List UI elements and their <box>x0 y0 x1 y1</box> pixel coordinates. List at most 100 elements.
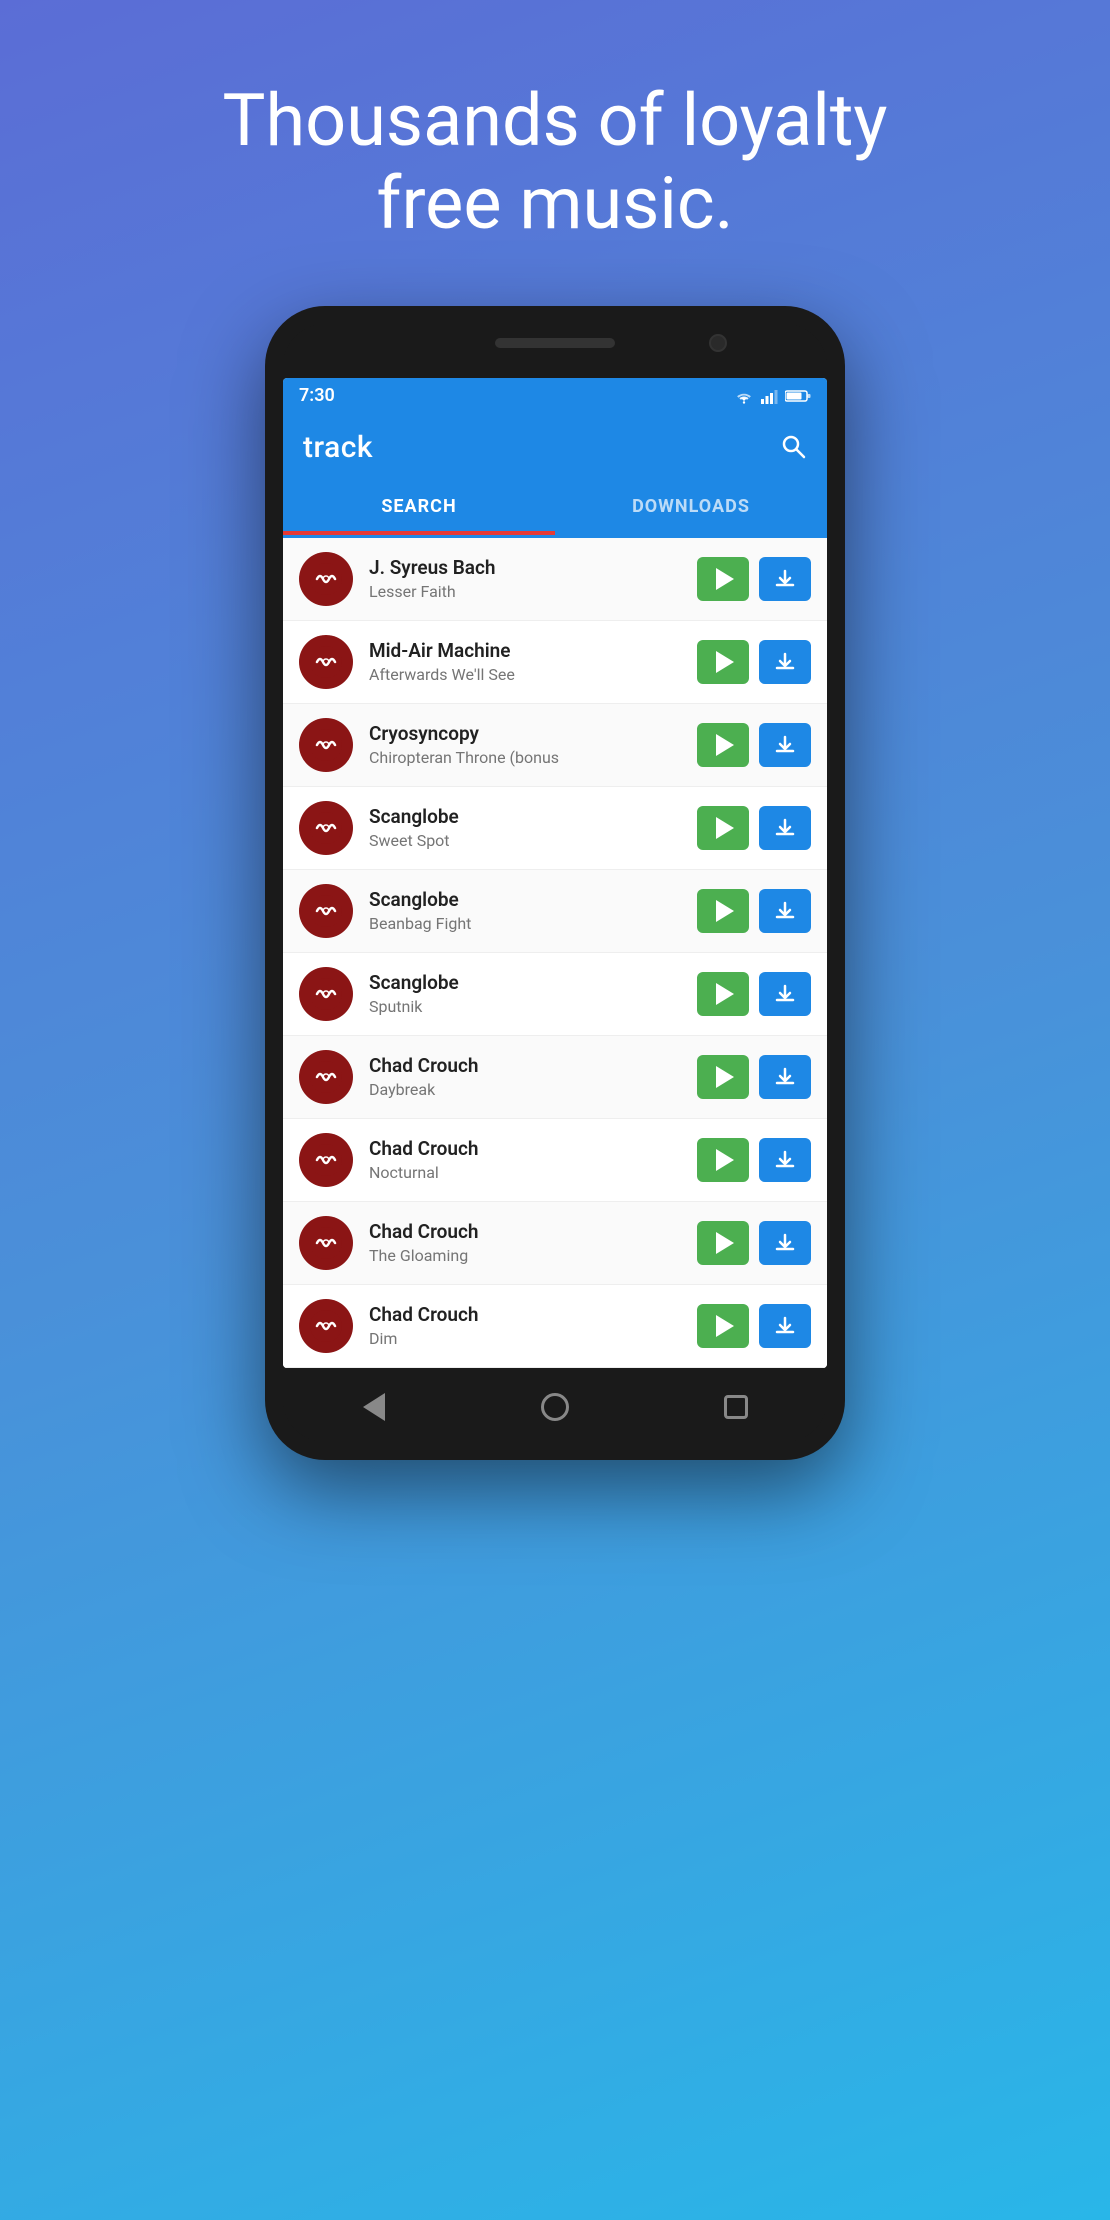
nav-recents-icon <box>724 1395 748 1419</box>
play-button[interactable] <box>697 972 749 1016</box>
track-info: Chad Crouch The Gloaming <box>369 1220 685 1265</box>
track-info: Scanglobe Beanbag Fight <box>369 888 685 933</box>
tabs-bar: SEARCH DOWNLOADS <box>283 482 827 538</box>
status-bar: 7:30 <box>283 378 827 414</box>
play-button[interactable] <box>697 1055 749 1099</box>
download-button[interactable] <box>759 972 811 1016</box>
track-artist: Cryosyncopy <box>369 722 685 745</box>
track-item: Cryosyncopy Chiropteran Throne (bonus <box>283 704 827 787</box>
download-icon <box>774 1066 796 1088</box>
play-button[interactable] <box>697 640 749 684</box>
track-actions <box>697 1304 811 1348</box>
play-icon <box>716 1066 734 1088</box>
track-info: Chad Crouch Dim <box>369 1303 685 1348</box>
play-button[interactable] <box>697 889 749 933</box>
track-actions <box>697 723 811 767</box>
play-icon <box>716 900 734 922</box>
play-button[interactable] <box>697 723 749 767</box>
download-button[interactable] <box>759 557 811 601</box>
track-info: Cryosyncopy Chiropteran Throne (bonus <box>369 722 685 767</box>
page-headline: Thousands of loyalty free music. <box>205 80 905 246</box>
search-icon <box>779 432 807 460</box>
track-song: Nocturnal <box>369 1163 685 1182</box>
track-actions <box>697 1055 811 1099</box>
play-icon <box>716 1149 734 1171</box>
download-button[interactable] <box>759 640 811 684</box>
header-search-button[interactable] <box>779 432 807 464</box>
track-info: Chad Crouch Daybreak <box>369 1054 685 1099</box>
nav-home-icon <box>541 1393 569 1421</box>
download-button[interactable] <box>759 1304 811 1348</box>
track-item: Chad Crouch Nocturnal <box>283 1119 827 1202</box>
play-button[interactable] <box>697 806 749 850</box>
nav-home-button[interactable] <box>535 1387 575 1427</box>
status-time: 7:30 <box>299 385 335 406</box>
play-button[interactable] <box>697 1221 749 1265</box>
track-actions <box>697 889 811 933</box>
phone-camera <box>709 334 727 352</box>
download-icon <box>774 568 796 590</box>
track-avatar <box>299 718 353 772</box>
app-header: track <box>283 414 827 482</box>
play-button[interactable] <box>697 557 749 601</box>
track-avatar <box>299 552 353 606</box>
play-icon <box>716 817 734 839</box>
download-icon <box>774 1315 796 1337</box>
app-title: track <box>303 430 373 465</box>
track-avatar <box>299 1299 353 1353</box>
track-actions <box>697 1138 811 1182</box>
track-avatar <box>299 1216 353 1270</box>
track-song: Lesser Faith <box>369 582 685 601</box>
play-button[interactable] <box>697 1138 749 1182</box>
download-button[interactable] <box>759 1055 811 1099</box>
track-info: Chad Crouch Nocturnal <box>369 1137 685 1182</box>
battery-icon <box>785 389 811 403</box>
track-actions <box>697 806 811 850</box>
download-button[interactable] <box>759 723 811 767</box>
track-info: Mid-Air Machine Afterwards We'll See <box>369 639 685 684</box>
play-icon <box>716 1315 734 1337</box>
download-button[interactable] <box>759 1221 811 1265</box>
play-icon <box>716 983 734 1005</box>
track-avatar <box>299 801 353 855</box>
nav-recents-button[interactable] <box>716 1387 756 1427</box>
track-artist: Chad Crouch <box>369 1303 685 1326</box>
track-avatar <box>299 635 353 689</box>
download-icon <box>774 900 796 922</box>
download-button[interactable] <box>759 1138 811 1182</box>
download-icon <box>774 651 796 673</box>
track-avatar <box>299 1050 353 1104</box>
tab-downloads[interactable]: DOWNLOADS <box>555 482 827 535</box>
nav-back-button[interactable] <box>354 1387 394 1427</box>
track-artist: Chad Crouch <box>369 1137 685 1160</box>
download-icon <box>774 734 796 756</box>
track-actions <box>697 557 811 601</box>
track-artist: Chad Crouch <box>369 1054 685 1077</box>
track-artist: Scanglobe <box>369 888 685 911</box>
track-avatar <box>299 967 353 1021</box>
track-avatar <box>299 884 353 938</box>
track-song: Afterwards We'll See <box>369 665 685 684</box>
play-button[interactable] <box>697 1304 749 1348</box>
track-song: Chiropteran Throne (bonus <box>369 748 685 767</box>
play-icon <box>716 1232 734 1254</box>
track-artist: Mid-Air Machine <box>369 639 685 662</box>
track-item: Chad Crouch Dim <box>283 1285 827 1368</box>
download-icon <box>774 1232 796 1254</box>
download-button[interactable] <box>759 889 811 933</box>
tab-search[interactable]: SEARCH <box>283 482 555 535</box>
phone-screen: 7:30 <box>283 378 827 1368</box>
status-icons <box>733 388 811 404</box>
track-actions <box>697 640 811 684</box>
track-artist: J. Syreus Bach <box>369 556 685 579</box>
track-song: The Gloaming <box>369 1246 685 1265</box>
download-button[interactable] <box>759 806 811 850</box>
track-item: Chad Crouch Daybreak <box>283 1036 827 1119</box>
play-icon <box>716 568 734 590</box>
phone-speaker <box>495 338 615 348</box>
play-icon <box>716 734 734 756</box>
track-actions <box>697 1221 811 1265</box>
track-song: Sweet Spot <box>369 831 685 850</box>
track-info: Scanglobe Sweet Spot <box>369 805 685 850</box>
track-item: J. Syreus Bach Lesser Faith <box>283 538 827 621</box>
